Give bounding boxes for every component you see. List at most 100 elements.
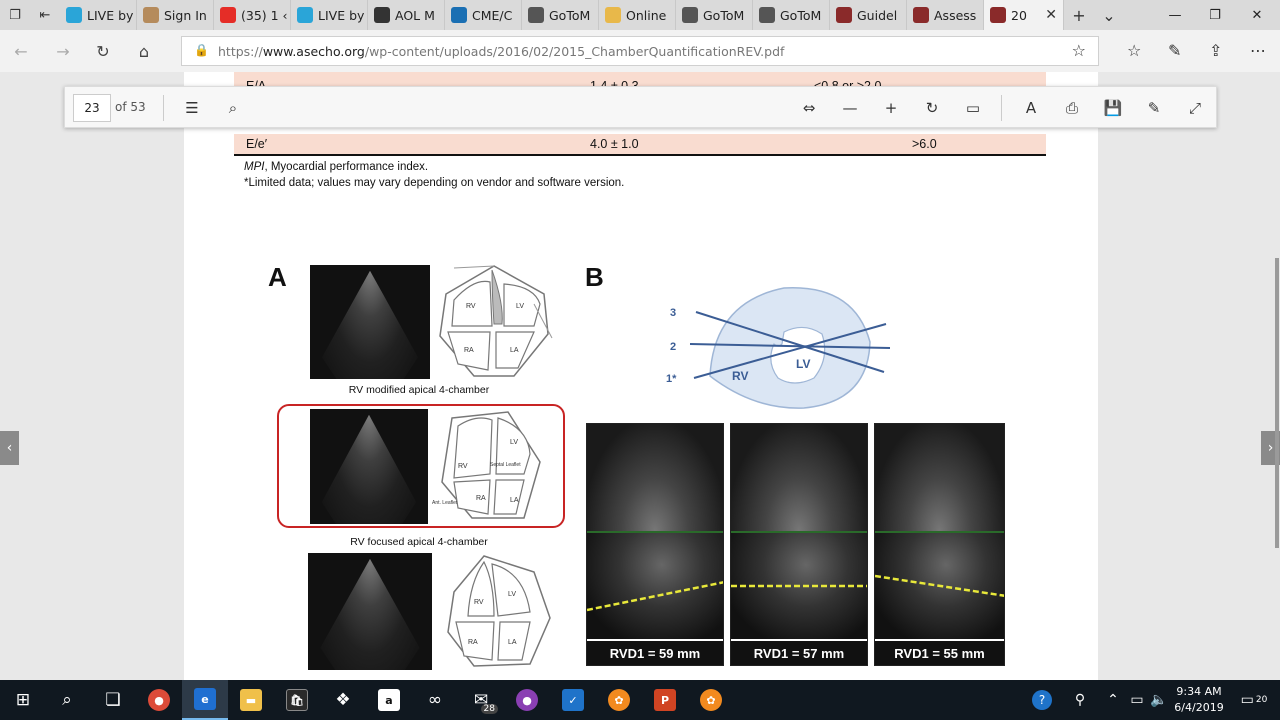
tab-7[interactable]: Online	[599, 0, 676, 30]
svg-text:RV: RV	[458, 463, 468, 470]
table-cell: >6.0	[912, 137, 937, 151]
tab-9[interactable]: GoToM	[753, 0, 830, 30]
tab-4[interactable]: AOL M	[368, 0, 445, 30]
tab-1[interactable]: Sign In	[137, 0, 214, 30]
shield-app-icon[interactable]: ✓	[550, 680, 596, 720]
store-icon[interactable]: 🛍	[274, 680, 320, 720]
svg-text:RV: RV	[466, 303, 476, 310]
tab-11[interactable]: Assess	[907, 0, 984, 30]
table-row	[234, 72, 1046, 86]
battery-icon[interactable]: ▭	[1126, 680, 1148, 720]
refresh-icon[interactable]: ↻	[92, 40, 114, 62]
page-number-input[interactable]: 23	[73, 94, 111, 122]
tab-10[interactable]: Guidel	[830, 0, 907, 30]
start-windows-icon[interactable]: ⊞	[0, 680, 46, 720]
svg-text:LA: LA	[510, 497, 519, 504]
panel-a-letter: A	[268, 262, 287, 292]
address-bar: ← → ↻ ⌂ 🔒 https://www.asecho.org/wp-cont…	[0, 30, 1280, 72]
tray-chevron-icon[interactable]: ⌃	[1102, 680, 1124, 720]
tab-0[interactable]: LIVE by	[60, 0, 137, 30]
read-aloud-icon[interactable]: A	[1020, 97, 1042, 119]
url-field[interactable]: 🔒 https://www.asecho.org/wp-content/uplo…	[181, 36, 1099, 66]
svg-text:LV: LV	[796, 357, 810, 371]
lock-icon: 🔒	[194, 43, 209, 57]
gotomeeting-icon[interactable]: ✿	[596, 680, 642, 720]
svg-text:LA: LA	[508, 639, 517, 646]
zoom-out-icon[interactable]: —	[839, 97, 861, 119]
page-view-icon[interactable]: ▭	[962, 97, 984, 119]
rv-measurement-panel-1: RVD1 = 59 mm	[586, 423, 724, 666]
tab-3[interactable]: LIVE by	[291, 0, 368, 30]
gotomeeting-icon-2[interactable]: ✿	[688, 680, 734, 720]
tab-5[interactable]: CME/C	[445, 0, 522, 30]
live-icon	[66, 7, 82, 23]
pdf-toolbar: 23 of 53 ☰ ⌕ ⇔ — + ↻ ▭ A ⎙ 💾 ✎ ⤢	[64, 86, 1217, 128]
tab-preview-chevron-icon[interactable]: ⌄	[1094, 0, 1124, 30]
task-view-icon[interactable]: ❏	[90, 680, 136, 720]
volume-icon[interactable]: 🔈	[1148, 680, 1170, 720]
close-tab-icon[interactable]: ✕	[1045, 7, 1057, 23]
print-icon[interactable]: ⎙	[1061, 97, 1083, 119]
chrome-icon[interactable]: ●	[136, 680, 182, 720]
share-icon[interactable]: ⇪	[1209, 41, 1222, 60]
svg-text:2: 2	[670, 341, 676, 353]
fit-to-width-icon[interactable]: ⇔	[798, 97, 820, 119]
tab-label: LIVE by	[318, 7, 365, 23]
home-icon[interactable]: ⌂	[133, 40, 155, 62]
tab-6[interactable]: GoToM	[522, 0, 599, 30]
rotate-icon[interactable]: ↻	[921, 97, 943, 119]
tab-label: 20	[1011, 7, 1027, 23]
powerpoint-icon[interactable]: P	[642, 680, 688, 720]
notes-pen-icon[interactable]: ✎	[1168, 41, 1181, 60]
youtube-icon	[220, 7, 236, 23]
file-explorer-icon[interactable]: ▬	[228, 680, 274, 720]
edge-icon[interactable]: e	[182, 680, 228, 720]
search-icon[interactable]: ⌕	[44, 680, 90, 720]
table-bottom-rule	[234, 154, 1046, 156]
more-menu-icon[interactable]: ⋯	[1250, 41, 1266, 60]
zoom-in-icon[interactable]: +	[880, 97, 902, 119]
people-icon[interactable]: ⚲	[1068, 680, 1092, 720]
previous-page-arrow-icon[interactable]: ‹	[0, 431, 19, 465]
rvd-label-1: RVD1 = 59 mm	[587, 639, 723, 665]
heart-diagram-focused: RV LV RA LA Septal Leaflet Ant. Leaflet	[432, 411, 541, 519]
echo-image-modified	[310, 265, 430, 379]
fullscreen-icon[interactable]: ⤢	[1184, 97, 1206, 119]
scrollbar-thumb[interactable]	[1275, 258, 1279, 548]
save-as-icon[interactable]: ✎	[1143, 97, 1165, 119]
set-aside-tabs-icon[interactable]: ⇤	[30, 0, 60, 30]
maximize-button[interactable]: ❐	[1192, 0, 1238, 30]
panel-b-letter: B	[585, 262, 604, 292]
help-icon[interactable]: ?	[1030, 680, 1054, 720]
svg-text:Ant. Leaflet: Ant. Leaflet	[432, 500, 458, 506]
tab-label: Online	[626, 7, 667, 23]
pdf-page: E/A 1.4 ± 0.3 <0.8 or >2.0 E/e′ 4.0 ± 1.…	[184, 72, 1098, 680]
favorite-star-icon[interactable]: ☆	[1072, 41, 1086, 60]
tab-8[interactable]: GoToM	[676, 0, 753, 30]
tab-manager-icon[interactable]: ❐	[0, 0, 30, 30]
save-icon[interactable]: 💾	[1102, 97, 1124, 119]
svg-text:RA: RA	[476, 495, 486, 502]
tab-label: LIVE by	[87, 7, 134, 23]
clock[interactable]: 9:34 AM 6/4/2019	[1168, 684, 1230, 716]
pdf-viewer[interactable]: E/A 1.4 ± 0.3 <0.8 or >2.0 E/e′ 4.0 ± 1.…	[0, 72, 1280, 680]
favorites-icon[interactable]: ☆	[1127, 41, 1141, 60]
dropbox-icon[interactable]: ❖	[320, 680, 366, 720]
new-tab-icon[interactable]: +	[1064, 0, 1094, 30]
mail-icon[interactable]: ✉ 28	[458, 680, 504, 720]
browser-app-icon[interactable]: ●	[504, 680, 550, 720]
notification-icon[interactable]: ▭ 20	[1236, 680, 1272, 720]
infinity-app-icon[interactable]: ∞	[412, 680, 458, 720]
heart-diagram-apical: RV LV RA LA	[447, 555, 551, 667]
search-icon[interactable]: ⌕	[222, 97, 244, 119]
back-icon[interactable]: ←	[10, 40, 32, 62]
table-of-contents-icon[interactable]: ☰	[181, 97, 203, 119]
tab-12[interactable]: 20 ✕	[984, 0, 1064, 30]
footnote-abbr: MPI, Myocardial performance index.	[244, 161, 429, 173]
forward-icon[interactable]: →	[52, 40, 74, 62]
taskbar: ⊞ ⌕ ❏ ● e ▬ 🛍 ❖ a ∞ ✉ 28 ● ✓ ✿ P ✿ ? ⚲ ⌃ …	[0, 680, 1280, 720]
tab-2[interactable]: (35) 1 ‹	[214, 0, 291, 30]
amazon-icon[interactable]: a	[366, 680, 412, 720]
tab-bar: ❐ ⇤ LIVE by Sign In (35) 1 ‹ LIVE by AOL M CM…	[0, 0, 1280, 30]
close-window-button[interactable]: ✕	[1234, 0, 1280, 30]
